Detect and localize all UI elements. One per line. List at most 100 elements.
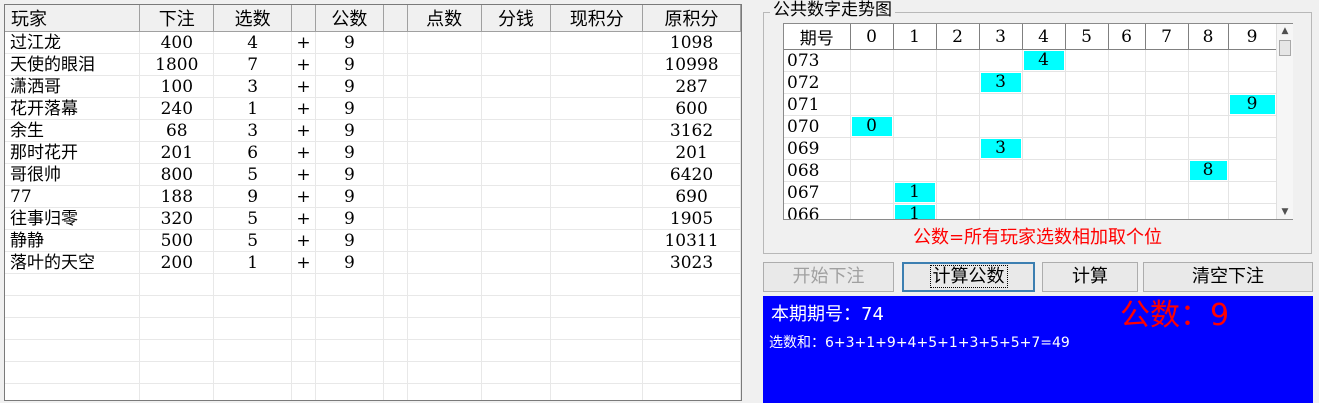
cell-empty[interactable] (407, 229, 482, 252)
trend-header-digit-6[interactable]: 6 (1108, 24, 1146, 50)
cell-bet[interactable]: 320 (139, 207, 215, 230)
cell-empty[interactable] (407, 185, 482, 208)
cell-name[interactable] (5, 273, 141, 296)
cell-empty[interactable] (481, 295, 552, 318)
cell-bet[interactable] (139, 339, 215, 362)
cell-pub[interactable]: 9 (315, 163, 384, 186)
trend-row[interactable]: 071 9 (784, 93, 1277, 116)
cell-empty[interactable] (550, 339, 644, 362)
cell-name[interactable] (5, 317, 141, 340)
trend-header-digit-8[interactable]: 8 (1188, 24, 1229, 50)
cell-op[interactable]: + (291, 53, 316, 76)
cell-empty[interactable] (407, 97, 482, 120)
table-row[interactable]: 落叶的天空 200 1 +9 3023 (5, 251, 741, 274)
cell-op[interactable]: + (291, 97, 316, 120)
cell-empty[interactable] (481, 163, 552, 186)
calc-button[interactable]: 计算 (1042, 262, 1138, 292)
cell-bet[interactable]: 240 (139, 97, 215, 120)
table-row[interactable]: 天使的眼泪 1800 7 +9 10998 (5, 53, 741, 76)
cell-pick[interactable]: 5 (213, 229, 293, 252)
table-row[interactable]: 过江龙 400 4 +9 1098 (5, 31, 741, 54)
cell-empty[interactable] (550, 361, 644, 384)
cell-op[interactable]: + (291, 185, 316, 208)
trend-header-digit-4[interactable]: 4 (1022, 24, 1066, 50)
cell-empty[interactable] (550, 383, 644, 400)
cell-empty[interactable] (383, 361, 408, 384)
trend-header-digit-3[interactable]: 3 (979, 24, 1023, 50)
cell-orig[interactable]: 690 (642, 185, 741, 208)
cell-empty[interactable] (383, 119, 408, 142)
cell-empty[interactable] (481, 31, 552, 54)
cell-op[interactable]: + (291, 207, 316, 230)
cell-empty[interactable] (383, 383, 408, 400)
trend-row[interactable]: 067 1 (784, 181, 1277, 204)
cell-pick[interactable]: 6 (213, 141, 293, 164)
cell-orig[interactable]: 10998 (642, 53, 741, 76)
cell-name[interactable]: 过江龙 (5, 31, 141, 54)
cell-empty[interactable] (383, 75, 408, 98)
cell-pub[interactable] (315, 383, 384, 400)
cell-empty[interactable] (383, 207, 408, 230)
cell-empty[interactable] (407, 31, 482, 54)
cell-empty[interactable] (407, 53, 482, 76)
cell-empty[interactable] (383, 163, 408, 186)
cell-orig[interactable]: 1905 (642, 207, 741, 230)
cell-op[interactable]: + (291, 251, 316, 274)
trend-header-digit-0[interactable]: 0 (850, 24, 894, 50)
cell-pub[interactable] (315, 339, 384, 362)
cell-op[interactable] (291, 383, 316, 400)
cell-empty[interactable] (550, 75, 644, 98)
cell-pub[interactable] (315, 295, 384, 318)
trend-header-digit-5[interactable]: 5 (1065, 24, 1109, 50)
cell-pick[interactable]: 5 (213, 207, 293, 230)
trend-header-digit-9[interactable]: 9 (1228, 24, 1277, 50)
cell-name[interactable]: 往事归零 (5, 207, 141, 230)
cell-pub[interactable]: 9 (315, 97, 384, 120)
scroll-thumb[interactable] (1279, 40, 1291, 56)
cell-empty[interactable] (383, 141, 408, 164)
cell-orig[interactable]: 3023 (642, 251, 741, 274)
cell-empty[interactable] (407, 317, 482, 340)
cell-bet[interactable] (139, 273, 215, 296)
calc-public-button[interactable]: 计算公数 (902, 262, 1035, 292)
cell-empty[interactable] (383, 273, 408, 296)
cell-op[interactable] (291, 339, 316, 362)
empty-row[interactable] (5, 317, 741, 340)
cell-op[interactable]: + (291, 163, 316, 186)
cell-bet[interactable] (139, 317, 215, 340)
cell-pick[interactable] (213, 317, 293, 340)
col-header-bet[interactable]: 下注 (139, 5, 215, 32)
cell-orig[interactable] (642, 295, 741, 318)
cell-op[interactable]: + (291, 75, 316, 98)
cell-op[interactable] (291, 361, 316, 384)
cell-pub[interactable]: 9 (315, 53, 384, 76)
table-row[interactable]: 77 188 9 +9 690 (5, 185, 741, 208)
empty-row[interactable] (5, 273, 741, 296)
cell-name[interactable]: 花开落幕 (5, 97, 141, 120)
cell-pub[interactable] (315, 317, 384, 340)
cell-pick[interactable]: 9 (213, 185, 293, 208)
empty-row[interactable] (5, 361, 741, 384)
cell-pick[interactable]: 7 (213, 53, 293, 76)
col-header-pick[interactable]: 选数 (213, 5, 293, 32)
cell-empty[interactable] (407, 141, 482, 164)
cell-empty[interactable] (550, 229, 644, 252)
cell-pick[interactable]: 1 (213, 97, 293, 120)
table-row[interactable]: 潇洒哥 100 3 +9 287 (5, 75, 741, 98)
cell-empty[interactable] (407, 163, 482, 186)
cell-bet[interactable] (139, 383, 215, 400)
cell-name[interactable] (5, 295, 141, 318)
trend-row[interactable]: 070 0 (784, 115, 1277, 138)
cell-empty[interactable] (550, 273, 644, 296)
cell-pick[interactable]: 4 (213, 31, 293, 54)
cell-bet[interactable]: 188 (139, 185, 215, 208)
cell-pub[interactable]: 9 (315, 185, 384, 208)
cell-empty[interactable] (383, 339, 408, 362)
cell-empty[interactable] (550, 141, 644, 164)
cell-empty[interactable] (550, 317, 644, 340)
trend-header-period[interactable]: 期号 (784, 24, 851, 50)
cell-empty[interactable] (481, 119, 552, 142)
cell-op[interactable] (291, 273, 316, 296)
cell-pub[interactable]: 9 (315, 119, 384, 142)
cell-op[interactable]: + (291, 141, 316, 164)
